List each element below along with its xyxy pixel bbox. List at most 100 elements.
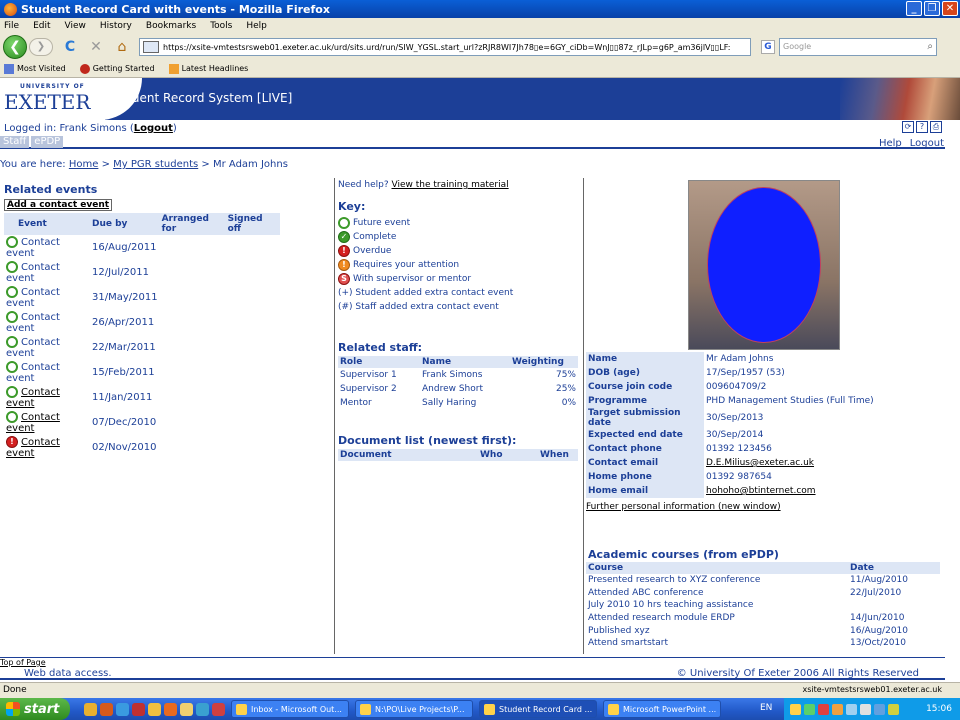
tray-icon[interactable]: [832, 703, 843, 715]
reload-icon[interactable]: C: [61, 38, 79, 56]
tab-epdp[interactable]: ePDP: [31, 136, 64, 148]
future-event-icon: [6, 336, 18, 348]
tray-icon[interactable]: [818, 703, 829, 715]
detail-value-cell: Mr Adam Johns: [706, 354, 774, 364]
staff-row: Supervisor 2 Andrew Short 25%: [338, 382, 578, 396]
search-input[interactable]: Google ⌕: [779, 38, 937, 56]
firefox-bookmark-icon: [79, 63, 90, 74]
menu-view[interactable]: View: [65, 21, 86, 31]
logout-link[interactable]: Logout: [910, 138, 944, 149]
search-engine-icon[interactable]: G: [761, 40, 775, 54]
status-text: Done: [3, 685, 27, 695]
breadcrumb-separator: >: [201, 159, 210, 170]
course-row: Attended ABC conference 22/Jul/2010: [586, 587, 940, 600]
menu-tools[interactable]: Tools: [210, 21, 232, 31]
detail-label: Home phone: [586, 470, 704, 484]
back-button[interactable]: ❮: [3, 35, 27, 59]
email-link[interactable]: hohoho@btinternet.com: [706, 486, 816, 496]
quick-launch-icon[interactable]: [196, 702, 209, 716]
future-event-icon: [6, 411, 18, 423]
event-arranged: [160, 285, 226, 310]
taskbar-button-label: N:\PO\Live Projects\P...: [375, 704, 465, 714]
stop-icon[interactable]: ✕: [87, 38, 105, 56]
further-info-link[interactable]: Further personal information (new window…: [586, 502, 781, 512]
quick-launch-icon[interactable]: [116, 702, 129, 716]
top-of-page-link[interactable]: Top of Page: [0, 658, 46, 667]
help-icon[interactable]: ?: [916, 121, 928, 133]
role-tabs: Staff ePDP: [0, 136, 945, 149]
taskbar-button[interactable]: Inbox - Microsoft Out...: [231, 700, 349, 718]
detail-value-cell: 30/Sep/2014: [706, 430, 764, 440]
bookmark-most-visited[interactable]: Most Visited: [4, 63, 66, 74]
taskbar-button[interactable]: Microsoft PowerPoint ...: [603, 700, 721, 718]
quick-launch-icon[interactable]: [180, 702, 193, 716]
quick-launch-icon[interactable]: [84, 702, 97, 716]
menu-help[interactable]: Help: [246, 21, 267, 31]
tray-icon[interactable]: [846, 703, 857, 715]
future-event-icon: [6, 286, 18, 298]
breadcrumb-my-pgr-students[interactable]: My PGR students: [113, 159, 198, 170]
detail-label: Name: [586, 352, 704, 366]
event-row: Contact event 07/Dec/2010: [4, 410, 280, 435]
forward-button[interactable]: ❯: [29, 38, 53, 56]
window-controls: _ ❐ ✕: [906, 1, 958, 16]
start-button[interactable]: start: [0, 698, 70, 720]
window-title: Student Record Card with events - Mozill…: [21, 2, 330, 16]
menu-bookmarks[interactable]: Bookmarks: [146, 21, 196, 31]
print-icon[interactable]: ⎙: [930, 121, 942, 133]
refresh-icon[interactable]: ⟳: [902, 121, 914, 133]
event-signed: [226, 260, 280, 285]
menu-history[interactable]: History: [100, 21, 132, 31]
staff-weighting: 0%: [561, 398, 576, 408]
rss-feed-icon: [168, 63, 179, 74]
event-arranged: [160, 385, 226, 410]
key-heading: Key:: [338, 200, 366, 213]
academic-courses-heading: Academic courses (from ePDP): [588, 548, 779, 561]
email-link[interactable]: D.E.Milius@exeter.ac.uk: [706, 458, 814, 468]
event-arranged: [160, 235, 226, 260]
staff-row: Supervisor 1 Frank Simons 75%: [338, 368, 578, 382]
breadcrumb-home[interactable]: Home: [69, 159, 99, 170]
detail-value-cell: PHD Management Studies (Full Time): [706, 396, 874, 406]
complete-icon: ✓: [338, 231, 350, 243]
language-indicator[interactable]: EN: [760, 703, 772, 713]
bookmark-getting-started[interactable]: Getting Started: [79, 63, 155, 74]
tray-icon[interactable]: [888, 703, 899, 715]
quick-launch-icon[interactable]: [148, 702, 161, 716]
restore-button[interactable]: ❐: [924, 1, 940, 16]
clock[interactable]: 15:06: [926, 704, 952, 714]
add-contact-event-link[interactable]: Add a contact event: [4, 199, 113, 211]
search-icon[interactable]: ⌕: [927, 41, 933, 52]
event-row: Contact event 22/Mar/2011: [4, 335, 280, 360]
url-text[interactable]: https://xsite-vmtestsrsweb01.exeter.ac.u…: [163, 43, 730, 52]
tab-staff[interactable]: Staff: [0, 136, 30, 148]
logged-in-info: Logged in: Frank Simons (Logout): [4, 123, 177, 134]
future-event-icon: [338, 217, 350, 229]
home-icon[interactable]: ⌂: [113, 38, 131, 56]
menu-file[interactable]: File: [4, 21, 19, 31]
university-logo[interactable]: UNIVERSITY OF EXETER: [0, 78, 105, 120]
staff-role: Supervisor 2: [340, 384, 397, 394]
help-link[interactable]: Help: [879, 138, 902, 149]
document-table: Document Who When: [338, 449, 578, 461]
quick-launch-icon[interactable]: [132, 702, 145, 716]
quick-launch-icon[interactable]: [212, 702, 225, 716]
tray-icon[interactable]: [804, 703, 815, 715]
tray-icon[interactable]: [860, 703, 871, 715]
bookmark-label: Most Visited: [17, 64, 66, 73]
logout-link-inline[interactable]: Logout: [134, 123, 173, 134]
staff-weighting: 25%: [555, 384, 576, 394]
minimize-button[interactable]: _: [906, 1, 922, 16]
bookmark-latest-headlines[interactable]: Latest Headlines: [168, 63, 248, 74]
quick-launch-icon[interactable]: [164, 702, 177, 716]
taskbar-button[interactable]: Student Record Card ...: [479, 700, 597, 718]
url-bar[interactable]: https://xsite-vmtestsrsweb01.exeter.ac.u…: [139, 38, 751, 56]
close-button[interactable]: ✕: [942, 1, 958, 16]
tray-icon[interactable]: [874, 703, 885, 715]
menu-edit[interactable]: Edit: [33, 21, 50, 31]
training-material-link[interactable]: View the training material: [392, 180, 509, 190]
taskbar-button[interactable]: N:\PO\Live Projects\P...: [355, 700, 473, 718]
tray-icon[interactable]: [790, 703, 801, 715]
site-identity-icon[interactable]: [143, 41, 159, 53]
quick-launch-icon[interactable]: [100, 702, 113, 716]
